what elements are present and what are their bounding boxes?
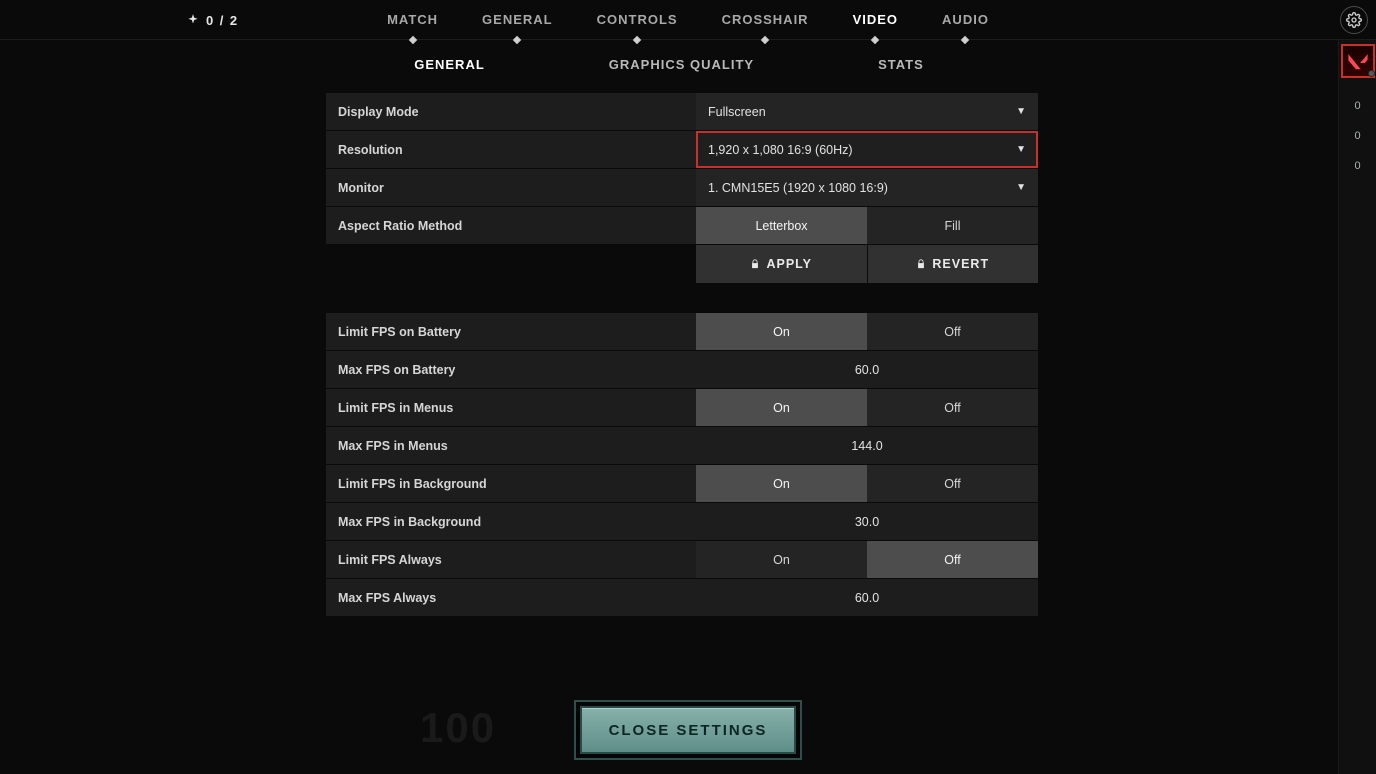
row-display-mode: Display Mode Fullscreen ▼ <box>326 93 1038 131</box>
label-resolution: Resolution <box>326 143 696 157</box>
subtab-stats[interactable]: STATS <box>876 53 926 76</box>
limit-fps-menus-on[interactable]: On <box>696 389 867 426</box>
rail-metric-1: 0 <box>1339 100 1376 112</box>
video-settings-panel: Display Mode Fullscreen ▼ Resolution 1,9… <box>326 93 1038 617</box>
tab-controls[interactable]: CONTROLS <box>595 0 680 39</box>
lock-icon <box>750 258 760 270</box>
row-max-fps-always: Max FPS Always 60.0 <box>326 579 1038 617</box>
tab-crosshair[interactable]: CROSSHAIR <box>720 0 811 39</box>
subtab-graphics-quality[interactable]: GRAPHICS QUALITY <box>607 53 756 76</box>
row-limit-fps-background: Limit FPS in Background On Off <box>326 465 1038 503</box>
row-monitor: Monitor 1. CMN15E5 (1920 x 1080 16:9) ▼ <box>326 169 1038 207</box>
limit-fps-menus-off[interactable]: Off <box>867 389 1038 426</box>
primary-tabs: MATCH GENERAL CONTROLS CROSSHAIR VIDEO A… <box>385 0 991 40</box>
row-aspect-ratio: Aspect Ratio Method Letterbox Fill <box>326 207 1038 245</box>
sub-tabs: GENERAL GRAPHICS QUALITY STATS <box>0 53 1338 76</box>
tab-match[interactable]: MATCH <box>385 0 440 39</box>
tab-general[interactable]: GENERAL <box>480 0 555 39</box>
row-resolution: Resolution 1,920 x 1,080 16:9 (60Hz) ▼ <box>326 131 1038 169</box>
max-fps-menus-value[interactable]: 144.0 <box>696 427 1038 464</box>
apply-button[interactable]: APPLY <box>696 245 867 283</box>
tab-video[interactable]: VIDEO <box>851 0 900 39</box>
background-hud-text: 100 <box>420 704 496 752</box>
max-fps-battery-value[interactable]: 60.0 <box>696 351 1038 388</box>
rail-metric-2: 0 <box>1339 130 1376 142</box>
apply-revert-row: APPLY REVERT <box>326 245 1038 283</box>
chevron-down-icon: ▼ <box>1016 106 1026 117</box>
lock-icon <box>916 258 926 270</box>
display-mode-dropdown[interactable]: Fullscreen ▼ <box>696 93 1038 130</box>
limit-fps-battery-off[interactable]: Off <box>867 313 1038 350</box>
limit-fps-always-on[interactable]: On <box>696 541 867 578</box>
settings-gear-button[interactable] <box>1340 6 1368 34</box>
friends-count: 0 / 2 <box>186 0 238 40</box>
max-fps-background-value[interactable]: 30.0 <box>696 503 1038 540</box>
limit-fps-background-off[interactable]: Off <box>867 465 1038 502</box>
revert-button[interactable]: REVERT <box>868 245 1039 283</box>
party-icon <box>186 13 200 27</box>
aspect-ratio-fill[interactable]: Fill <box>867 207 1038 244</box>
row-limit-fps-battery: Limit FPS on Battery On Off <box>326 313 1038 351</box>
chevron-down-icon: ▼ <box>1016 144 1026 155</box>
chevron-down-icon: ▼ <box>1016 182 1026 193</box>
aspect-ratio-letterbox[interactable]: Letterbox <box>696 207 867 244</box>
limit-fps-always-off[interactable]: Off <box>867 541 1038 578</box>
friends-current: 0 <box>206 13 214 28</box>
max-fps-always-value[interactable]: 60.0 <box>696 579 1038 616</box>
status-dot-icon <box>1368 70 1375 77</box>
row-max-fps-background: Max FPS in Background 30.0 <box>326 503 1038 541</box>
subtab-general[interactable]: GENERAL <box>412 53 487 76</box>
limit-fps-battery-on[interactable]: On <box>696 313 867 350</box>
tab-audio[interactable]: AUDIO <box>940 0 991 39</box>
row-max-fps-battery: Max FPS on Battery 60.0 <box>326 351 1038 389</box>
monitor-dropdown[interactable]: 1. CMN15E5 (1920 x 1080 16:9) ▼ <box>696 169 1038 206</box>
rail-metric-3: 0 <box>1339 160 1376 172</box>
resolution-dropdown[interactable]: 1,920 x 1,080 16:9 (60Hz) ▼ <box>696 131 1038 168</box>
label-display-mode: Display Mode <box>326 105 696 119</box>
close-settings-button[interactable]: CLOSE SETTINGS <box>580 706 796 754</box>
right-rail: 0 0 0 <box>1338 40 1376 774</box>
row-limit-fps-always: Limit FPS Always On Off <box>326 541 1038 579</box>
top-bar: 0 / 2 MATCH GENERAL CONTROLS CROSSHAIR V… <box>0 0 1376 40</box>
friends-total: 2 <box>230 13 238 28</box>
row-limit-fps-menus: Limit FPS in Menus On Off <box>326 389 1038 427</box>
label-aspect-ratio: Aspect Ratio Method <box>326 219 696 233</box>
row-max-fps-menus: Max FPS in Menus 144.0 <box>326 427 1038 465</box>
limit-fps-background-on[interactable]: On <box>696 465 867 502</box>
label-monitor: Monitor <box>326 181 696 195</box>
